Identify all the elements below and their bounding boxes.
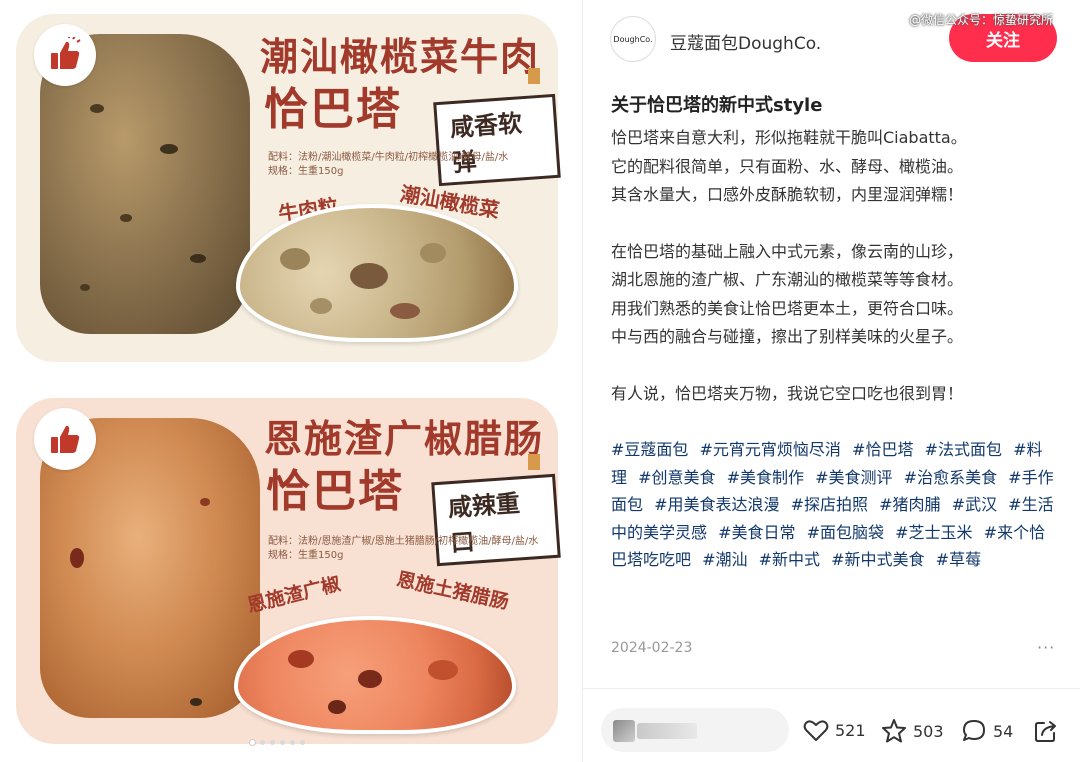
spec-weight: 规格：生重150g (268, 166, 344, 177)
card-title-line1: 恩施渣广椒腊肠 (264, 416, 545, 461)
avatar[interactable]: DoughCo. (610, 16, 656, 62)
comment-input[interactable] (601, 708, 789, 752)
comment-icon (963, 720, 985, 741)
bread-cross-section-image (236, 204, 518, 342)
tag-accent (528, 454, 540, 470)
avatar-text: DoughCo. (613, 34, 653, 44)
comment-count: 54 (993, 721, 1014, 741)
hashtag-link[interactable]: #治愈系美食 (904, 468, 997, 487)
comment-button[interactable]: 54 (961, 718, 1013, 744)
ingredient-label-right: 恩施土猪腊肠 (394, 568, 511, 614)
post-content: 关于恰巴塔的新中式style 恰巴塔来自意大利，形似拖鞋就干脆叫Ciabatta… (611, 92, 1061, 574)
hashtag-link[interactable]: #武汉 (952, 495, 997, 514)
hashtag-link[interactable]: #美食日常 (718, 523, 795, 542)
hashtag-link[interactable]: #创意美食 (638, 468, 715, 487)
input-placeholder-blurred (637, 723, 697, 739)
card-title-line2: 恰巴塔 (264, 84, 402, 135)
pagination-dot[interactable] (280, 740, 285, 745)
like-button[interactable]: 521 (803, 718, 866, 742)
watermark: @微信公众号：惊蛰研究所 (909, 13, 1054, 27)
share-icon (1035, 721, 1056, 742)
author-header: DoughCo. 豆蔻面包DoughCo. 关注 @微信公众号：惊蛰研究所 (583, 0, 1080, 80)
hashtag-link[interactable]: #恰巴塔 (852, 440, 913, 459)
spec-weight: 规格：生重150g (268, 550, 344, 561)
heart-icon (803, 720, 829, 741)
hashtag-link[interactable]: #探店拍照 (791, 495, 868, 514)
hashtag-link[interactable]: #草莓 (936, 550, 981, 569)
hashtag-link[interactable]: #潮汕 (702, 550, 747, 569)
hashtag-link[interactable]: #法式面包 (925, 440, 1002, 459)
tag-accent (528, 68, 540, 84)
divider (583, 688, 1080, 689)
post-paragraph: 在恰巴塔的基础上融入中式元素，像云南的山珍， 湖北恩施的渣广椒、广东潮汕的橄榄菜等… (611, 241, 964, 347)
hashtag-link[interactable]: #用美食表达浪漫 (654, 495, 779, 514)
card-title-line1: 潮汕橄榄菜牛肉 (260, 34, 541, 79)
post-body: 恰巴塔来自意大利，形似拖鞋就干脆叫Ciabatta。 它的配料很简单，只有面粉、水… (611, 124, 1061, 408)
image-carousel[interactable]: 潮汕橄榄菜牛肉 恰巴塔 咸香软弹 配料：法粉/潮汕橄榄菜/牛肉粒/初榨橄榄油/酵… (0, 0, 582, 762)
hashtag-link[interactable]: #豆蔻面包 (611, 440, 688, 459)
thumbs-up-icon (34, 408, 96, 470)
hashtag-list: #豆蔻面包 #元宵元宵烦恼尽消 #恰巴塔 #法式面包 #料理 #创意美食 #美食… (611, 436, 1061, 574)
like-count: 521 (835, 720, 866, 740)
post-detail-panel: DoughCo. 豆蔻面包DoughCo. 关注 @微信公众号：惊蛰研究所 关于… (583, 0, 1080, 762)
hashtag-link[interactable]: #美食测评 (815, 468, 892, 487)
post-paragraph: 恰巴塔来自意大利，形似拖鞋就干脆叫Ciabatta。 它的配料很简单，只有面粉、水… (611, 128, 967, 204)
pagination-dot[interactable] (290, 740, 295, 745)
post-page: 潮汕橄榄菜牛肉 恰巴塔 咸香软弹 配料：法粉/潮汕橄榄菜/牛肉粒/初榨橄榄油/酵… (0, 0, 1080, 762)
hashtag-link[interactable]: #芝士玉米 (895, 523, 972, 542)
hashtag-link[interactable]: #元宵元宵烦恼尽消 (700, 440, 841, 459)
post-title: 关于恰巴塔的新中式style (611, 95, 823, 116)
more-options-icon[interactable]: ··· (1037, 638, 1055, 657)
hashtag-link[interactable]: #面包脑袋 (807, 523, 884, 542)
card-title-line2: 恰巴塔 (266, 466, 404, 517)
pagination-dot[interactable] (250, 740, 255, 745)
hashtag-link[interactable]: #猪肉脯 (879, 495, 940, 514)
post-date: 2024-02-23 (611, 640, 693, 656)
bread-cross-section-image (234, 616, 516, 734)
author-name[interactable]: 豆蔻面包DoughCo. (670, 29, 821, 54)
carousel-card-1: 潮汕橄榄菜牛肉 恰巴塔 咸香软弹 配料：法粉/潮汕橄榄菜/牛肉粒/初榨橄榄油/酵… (16, 14, 561, 362)
post-paragraph: 有人说，恰巴塔夹万物，我说它空口吃也很到胃！ (611, 383, 964, 403)
hashtag-link[interactable]: #美食制作 (727, 468, 804, 487)
hashtag-link[interactable]: #新中式美食 (831, 550, 924, 569)
carousel-card-2: 恩施渣广椒腊肠 恰巴塔 咸辣重口 配料：法粉/恩施渣广椒/恩施土猪腊肠/初榨橄榄… (16, 398, 561, 744)
thumbs-up-icon (34, 24, 96, 86)
carousel-pagination[interactable] (250, 740, 305, 745)
pagination-dot[interactable] (300, 740, 305, 745)
star-icon (882, 719, 906, 743)
pagination-dot[interactable] (260, 740, 265, 745)
favorite-count: 503 (913, 721, 944, 741)
favorite-button[interactable]: 503 (881, 718, 944, 744)
share-button[interactable] (1033, 718, 1059, 744)
hashtag-link[interactable]: #新中式 (759, 550, 820, 569)
action-bar: 521 503 54 (583, 690, 1080, 762)
flavor-tag: 咸辣重口 (431, 473, 561, 567)
flavor-tag: 咸香软弹 (433, 93, 561, 187)
user-avatar-blurred (613, 720, 635, 742)
pagination-dot[interactable] (270, 740, 275, 745)
